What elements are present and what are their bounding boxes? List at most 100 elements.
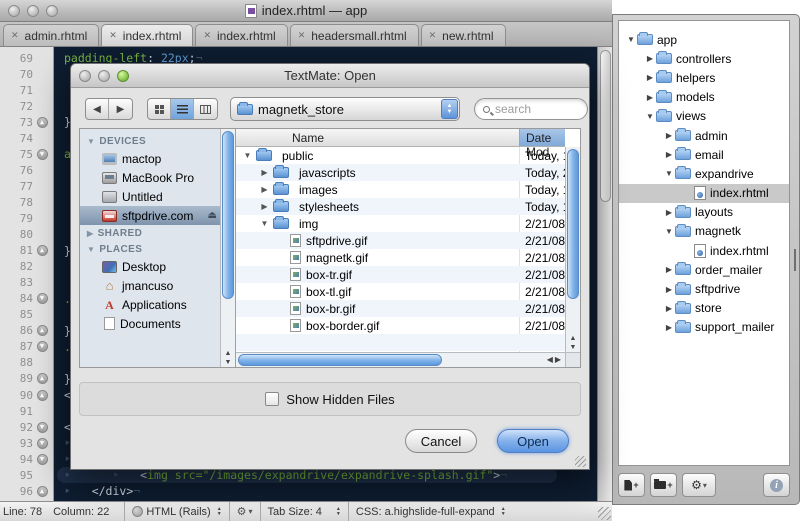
editor-scrollbar[interactable] bbox=[597, 47, 612, 501]
disclosure-triangle-icon[interactable]: ▼ bbox=[259, 219, 270, 228]
tab-close-icon[interactable]: ✕ bbox=[11, 30, 19, 41]
file-row-img[interactable]: ▼img2/21/08 bbox=[236, 215, 565, 232]
chevron-down-icon[interactable]: ▼ bbox=[87, 245, 95, 254]
tab-index-rhtml[interactable]: ✕index.rhtml bbox=[195, 24, 287, 46]
date-column-header[interactable]: Date Mod bbox=[519, 129, 565, 146]
disclosure-triangle-icon[interactable]: ▶ bbox=[663, 131, 675, 140]
disclosure-triangle-icon[interactable]: ▶ bbox=[644, 93, 656, 102]
tab-close-icon[interactable]: ✕ bbox=[298, 30, 306, 41]
list-view-button[interactable] bbox=[171, 99, 194, 119]
tab-new-rhtml[interactable]: ✕new.rhtml bbox=[421, 24, 506, 46]
file-row-public[interactable]: ▼publicToday, 1 bbox=[236, 147, 565, 164]
sidebar-item-jmancuso[interactable]: ⌂jmancuso bbox=[80, 276, 220, 295]
tree-item-controllers[interactable]: ▶controllers bbox=[619, 49, 789, 68]
sidebar-section-header[interactable]: ▼PLACES bbox=[80, 241, 220, 257]
eject-icon[interactable]: ⏏ bbox=[208, 210, 217, 221]
disclosure-triangle-icon[interactable]: ▼ bbox=[644, 112, 656, 121]
file-list-hscroll-arrows[interactable]: ◀▶ bbox=[547, 355, 563, 364]
tree-item-views[interactable]: ▼views bbox=[619, 107, 789, 126]
tree-item-magnetk[interactable]: ▼magnetk bbox=[619, 222, 789, 241]
window-titlebar[interactable]: index.rhtml — app bbox=[0, 0, 612, 22]
tree-item-index-rhtml[interactable]: index.rhtml bbox=[619, 241, 789, 260]
disclosure-triangle-icon[interactable]: ▶ bbox=[663, 265, 675, 274]
disclosure-triangle-icon[interactable]: ▶ bbox=[663, 285, 675, 294]
search-field[interactable] bbox=[474, 98, 588, 120]
name-column-header[interactable]: Name bbox=[292, 131, 324, 145]
info-button[interactable]: i bbox=[763, 473, 790, 497]
file-list-vscrollbar[interactable]: ▲▼ bbox=[565, 147, 580, 352]
file-row-box-border-gif[interactable]: box-border.gif2/21/08 bbox=[236, 317, 565, 334]
zoom-button[interactable] bbox=[46, 5, 58, 17]
file-row-box-tl-gif[interactable]: box-tl.gif2/21/08 bbox=[236, 283, 565, 300]
disclosure-triangle-icon[interactable]: ▼ bbox=[663, 169, 675, 178]
disclosure-triangle-icon[interactable]: ▶ bbox=[644, 54, 656, 63]
column-view-button[interactable] bbox=[194, 99, 217, 119]
disclosure-triangle-icon[interactable]: ▼ bbox=[663, 227, 675, 236]
tree-item-order_mailer[interactable]: ▶order_mailer bbox=[619, 260, 789, 279]
disclosure-triangle-icon[interactable]: ▶ bbox=[644, 73, 656, 82]
disclosure-triangle-icon[interactable]: ▶ bbox=[663, 304, 675, 313]
file-row-box-br-gif[interactable]: box-br.gif2/21/08 bbox=[236, 300, 565, 317]
file-list-vscrollbar-thumb[interactable] bbox=[567, 149, 579, 299]
file-row-magnetk-gif[interactable]: magnetk.gif2/21/08 bbox=[236, 249, 565, 266]
tab-close-icon[interactable]: ✕ bbox=[109, 30, 117, 41]
sidebar-scroll-arrows[interactable]: ▲▼ bbox=[221, 349, 235, 367]
disclosure-triangle-icon[interactable]: ▶ bbox=[259, 168, 270, 177]
sidebar-scrollbar-thumb[interactable] bbox=[222, 131, 234, 299]
tree-item-layouts[interactable]: ▶layouts bbox=[619, 203, 789, 222]
tree-item-admin[interactable]: ▶admin bbox=[619, 126, 789, 145]
tab-close-icon[interactable]: ✕ bbox=[203, 30, 211, 41]
tree-item-support_mailer[interactable]: ▶support_mailer bbox=[619, 318, 789, 337]
disclosure-triangle-icon[interactable]: ▼ bbox=[625, 35, 637, 44]
tab-admin-rhtml[interactable]: ✕admin.rhtml bbox=[3, 24, 99, 46]
tree-item-index-rhtml[interactable]: index.rhtml bbox=[619, 184, 789, 203]
file-row-images[interactable]: ▶imagesToday, 1 bbox=[236, 181, 565, 198]
new-file-button[interactable]: + bbox=[618, 473, 645, 497]
sidebar-section-header[interactable]: ▼DEVICES bbox=[80, 133, 220, 149]
bundle-actions-button[interactable]: ⚙ ▾ bbox=[234, 505, 256, 518]
dialog-titlebar[interactable]: TextMate: Open bbox=[71, 64, 589, 88]
forward-button[interactable]: ▶ bbox=[109, 99, 132, 119]
sidebar-item-applications[interactable]: AApplications bbox=[80, 295, 220, 314]
tree-item-sftpdrive[interactable]: ▶sftpdrive bbox=[619, 279, 789, 298]
tab-close-icon[interactable]: ✕ bbox=[429, 30, 437, 41]
disclosure-triangle-icon[interactable]: ▶ bbox=[259, 185, 270, 194]
sidebar-item-mactop[interactable]: mactop bbox=[80, 149, 220, 168]
chevron-down-icon[interactable]: ▼ bbox=[87, 137, 95, 146]
tree-item-models[interactable]: ▶models bbox=[619, 88, 789, 107]
tree-item-email[interactable]: ▶email bbox=[619, 145, 789, 164]
file-row-javascripts[interactable]: ▶javascriptsToday, 2 bbox=[236, 164, 565, 181]
tree-item-store[interactable]: ▶store bbox=[619, 299, 789, 318]
show-hidden-files-checkbox[interactable] bbox=[265, 392, 279, 406]
cancel-button[interactable]: Cancel bbox=[405, 429, 477, 453]
actions-menu-button[interactable]: ⚙▾ bbox=[682, 473, 716, 497]
scope-selector[interactable]: CSS: a.highslide-full-expand ▲▼ bbox=[353, 506, 509, 518]
tab-size-selector[interactable]: Tab Size: 4 ▲▼ bbox=[265, 506, 344, 518]
drawer-resize-handle[interactable] bbox=[794, 249, 796, 271]
file-list-hscrollbar[interactable]: ◀▶ bbox=[236, 352, 565, 367]
file-row-box-tr-gif[interactable]: box-tr.gif2/21/08 bbox=[236, 266, 565, 283]
tree-item-expandrive[interactable]: ▼expandrive bbox=[619, 164, 789, 183]
file-row-stylesheets[interactable]: ▶stylesheetsToday, 1 bbox=[236, 198, 565, 215]
close-button[interactable] bbox=[8, 5, 20, 17]
language-selector[interactable]: HTML (Rails) ▲▼ bbox=[129, 506, 224, 518]
icon-view-button[interactable] bbox=[148, 99, 171, 119]
disclosure-triangle-icon[interactable]: ▶ bbox=[259, 202, 270, 211]
window-resize-grip[interactable] bbox=[598, 507, 611, 520]
file-list-hscrollbar-thumb[interactable] bbox=[238, 354, 442, 366]
new-folder-button[interactable]: + bbox=[650, 473, 677, 497]
minimize-button[interactable] bbox=[27, 5, 39, 17]
disclosure-triangle-icon[interactable]: ▼ bbox=[242, 151, 253, 160]
sidebar-item-macbook-pro[interactable]: MacBook Pro bbox=[80, 168, 220, 187]
sidebar-item-sftpdrive-com[interactable]: sftpdrive.com⏏ bbox=[80, 206, 220, 225]
disclosure-triangle-icon[interactable]: ▶ bbox=[663, 208, 675, 217]
disclosure-triangle-icon[interactable]: ▶ bbox=[663, 323, 675, 332]
open-button[interactable]: Open bbox=[497, 429, 569, 453]
sidebar-item-documents[interactable]: Documents bbox=[80, 314, 220, 333]
tab-headersmall-rhtml[interactable]: ✕headersmall.rhtml bbox=[290, 24, 419, 46]
tree-item-app[interactable]: ▼app bbox=[619, 30, 789, 49]
dialog-resize-grip[interactable] bbox=[575, 456, 586, 467]
tree-item-helpers[interactable]: ▶helpers bbox=[619, 68, 789, 87]
folder-popup[interactable]: magnetk_store ▲▼ bbox=[230, 97, 460, 121]
back-button[interactable]: ◀ bbox=[86, 99, 109, 119]
